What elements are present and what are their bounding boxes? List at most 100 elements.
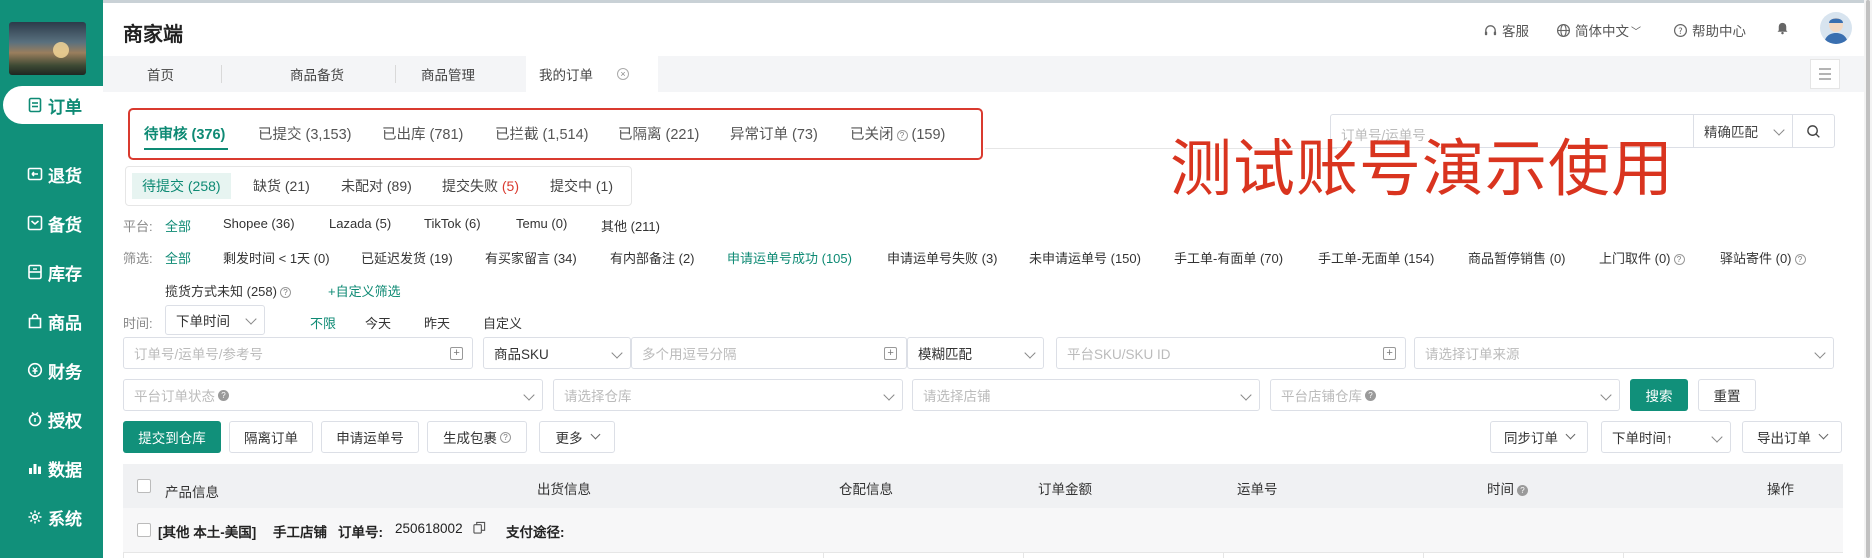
close-icon[interactable]: ×	[617, 68, 629, 80]
screen-option[interactable]: 已延迟发货 (19)	[361, 248, 453, 267]
subtab-submitting[interactable]: 提交中 (1)	[550, 173, 613, 199]
screen-option[interactable]: 手工单-无面单 (154)	[1318, 248, 1434, 267]
sidebar-item-orders[interactable]: 订单	[3, 86, 103, 124]
screen-option[interactable]: 剩发时间 < 1天 (0)	[223, 248, 330, 267]
sidebar-item-stock-prep[interactable]: 备货	[0, 204, 103, 242]
warehouse-select[interactable]: 请选择仓库	[553, 379, 903, 411]
page-tab-label: 商品管理	[421, 68, 475, 83]
chevron-down-icon	[1565, 429, 1576, 440]
status-tab-closed[interactable]: 已关闭? (159)	[850, 123, 945, 144]
platform-option[interactable]: Temu (0)	[516, 216, 567, 231]
sidebar-item-returns[interactable]: 退货	[0, 155, 103, 193]
subtab-to-submit[interactable]: 待提交 (258)	[132, 173, 231, 199]
platform-option[interactable]: Shopee (36)	[223, 216, 295, 231]
screen-option[interactable]: 申请运单号成功 (105)	[727, 248, 852, 267]
subtab-unpaired[interactable]: 未配对 (89)	[341, 173, 412, 199]
time-type-select[interactable]: 下单时间	[165, 305, 265, 335]
user-avatar[interactable]	[1820, 12, 1852, 44]
time-option[interactable]: 不限	[310, 313, 336, 332]
sort-select[interactable]: 下单时间↑	[1601, 421, 1731, 453]
submit-to-warehouse-button[interactable]: 提交到仓库	[123, 421, 221, 453]
screen-option[interactable]: 手工单-有面单 (70)	[1174, 248, 1283, 267]
data-icon	[29, 464, 41, 474]
custom-filter-link[interactable]: +自定义筛选	[328, 281, 401, 300]
time-option[interactable]: 今天	[365, 313, 391, 332]
screen-option-station[interactable]: 驿站寄件 (0)?	[1720, 248, 1806, 267]
order-group-header: [其他 本土-美国] 手工店铺 订单号: 250618002 支付途径:	[123, 508, 1843, 552]
page-tab-stock-prep[interactable]: 商品备货	[290, 56, 344, 92]
help-center-link[interactable]: ? 帮助中心	[1673, 20, 1746, 40]
screen-option[interactable]: 商品暂停销售 (0)	[1468, 248, 1566, 267]
order-checkbox[interactable]	[137, 523, 151, 537]
sidebar-item-products[interactable]: 商品	[0, 302, 103, 340]
column-header-label: 时间	[1487, 482, 1514, 497]
sku-type-value: 商品SKU	[494, 347, 549, 362]
sku-multi-input[interactable]: 多个用逗号分隔 +	[631, 337, 907, 369]
status-tab-intercepted[interactable]: 已拦截 (1,514)	[495, 123, 588, 144]
screen-option[interactable]: 有内部备注 (2)	[610, 248, 695, 267]
screen-option[interactable]: 有买家留言 (34)	[485, 248, 577, 267]
platform-option[interactable]: TikTok (6)	[424, 216, 481, 231]
page-tab-my-orders[interactable]: 我的订单 ×	[526, 56, 658, 92]
fuzzy-match-select[interactable]: 模糊匹配	[907, 337, 1044, 369]
status-tab-submitted[interactable]: 已提交 (3,153)	[258, 123, 351, 144]
platform-option[interactable]: Lazada (5)	[329, 216, 391, 231]
sidebar-item-finance[interactable]: 财务	[0, 351, 103, 389]
match-mode-select[interactable]: 精确匹配	[1693, 115, 1793, 147]
subtab-out-of-stock[interactable]: 缺货 (21)	[253, 173, 310, 199]
subtab-submit-failed[interactable]: 提交失败 (5)	[442, 173, 519, 199]
page-tab-home[interactable]: 首页	[147, 56, 174, 92]
sidebar-item-authorize[interactable]: 授权	[0, 400, 103, 438]
customer-service-link[interactable]: 客服	[1483, 20, 1529, 40]
platform-filter-row: 平台: 全部 Shopee (36) Lazada (5) TikTok (6)…	[123, 216, 1843, 236]
sync-orders-label: 同步订单	[1504, 431, 1558, 446]
search-button[interactable]	[1793, 115, 1834, 147]
copy-icon[interactable]	[473, 521, 486, 534]
order-source-select[interactable]: 请选择订单来源	[1414, 337, 1834, 369]
shop-warehouse-select[interactable]: 平台店铺仓库?	[1270, 379, 1620, 411]
status-tab-shipped[interactable]: 已出库 (781)	[382, 123, 463, 144]
chevron-down-icon: ﹀	[1631, 26, 1641, 38]
page-scrollbar-thumb[interactable]	[1866, 0, 1870, 558]
screen-option-pickup-unknown[interactable]: 揽货方式未知 (258)?	[165, 281, 291, 300]
batch-input-icon[interactable]: +	[450, 347, 463, 360]
screen-option[interactable]: 全部	[165, 248, 191, 267]
shop-select[interactable]: 请选择店铺	[912, 379, 1260, 411]
sidebar-item-data[interactable]: 数据	[0, 449, 103, 487]
batch-input-icon[interactable]: +	[884, 347, 897, 360]
time-option[interactable]: 昨天	[424, 313, 450, 332]
platform-order-status-select[interactable]: 平台订单状态?	[123, 379, 543, 411]
apply-tracking-button[interactable]: 申请运单号	[321, 421, 419, 453]
search-submit-button[interactable]: 搜索	[1630, 379, 1688, 411]
page-tab-product-mgmt[interactable]: 商品管理	[421, 56, 475, 92]
chevron-down-icon	[1773, 124, 1785, 136]
status-tab-pending-review[interactable]: 待审核 (376)	[144, 123, 225, 144]
select-all-checkbox[interactable]	[137, 479, 151, 493]
batch-input-icon[interactable]: +	[1383, 347, 1396, 360]
sidebar-item-label: 退货	[48, 166, 82, 186]
more-actions-button[interactable]: 更多	[539, 421, 615, 453]
language-select[interactable]: 简体中文 ﹀	[1556, 20, 1641, 40]
time-option[interactable]: 自定义	[483, 313, 522, 332]
chevron-down-icon	[883, 389, 895, 401]
screen-option[interactable]: 未申请运单号 (150)	[1029, 248, 1141, 267]
status-tab-abnormal[interactable]: 异常订单 (73)	[730, 123, 818, 144]
generate-package-button[interactable]: 生成包裹?	[427, 421, 527, 453]
platform-sku-input[interactable]: 平台SKU/SKU ID +	[1056, 337, 1406, 369]
sidebar-item-system[interactable]: 系统	[0, 498, 103, 536]
screen-option[interactable]: 申请运单号失败 (3)	[887, 248, 998, 267]
screen-option-pickup[interactable]: 上门取件 (0)?	[1599, 248, 1685, 267]
reset-button[interactable]: 重置	[1698, 379, 1756, 411]
platform-option[interactable]: 其他 (211)	[601, 216, 660, 235]
sync-orders-button[interactable]: 同步订单	[1490, 421, 1588, 453]
platform-option[interactable]: 全部	[165, 216, 191, 235]
sidebar-item-inventory[interactable]: 库存	[0, 253, 103, 291]
status-tab-isolated[interactable]: 已隔离 (221)	[618, 123, 699, 144]
tabs-menu-button[interactable]	[1810, 59, 1840, 89]
export-orders-button[interactable]: 导出订单	[1742, 421, 1842, 453]
order-number-input[interactable]: 订单号/运单号/参考号 +	[123, 337, 473, 369]
isolate-order-button[interactable]: 隔离订单	[229, 421, 313, 453]
notification-bell[interactable]	[1775, 20, 1794, 35]
order-tag: [其他 本土-美国]	[158, 525, 257, 540]
sku-type-select[interactable]: 商品SKU	[483, 337, 631, 369]
